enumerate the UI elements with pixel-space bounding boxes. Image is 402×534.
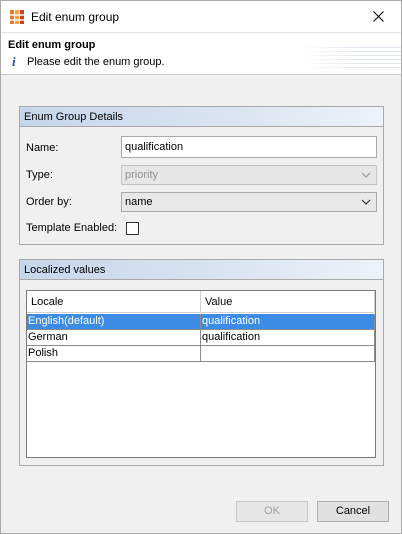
order-by-select[interactable]: name bbox=[121, 192, 377, 212]
type-select: priority bbox=[121, 165, 377, 185]
banner-message: Please edit the enum group. bbox=[27, 56, 165, 68]
column-header-value[interactable]: Value bbox=[201, 291, 375, 313]
info-icon: i bbox=[12, 54, 16, 69]
name-label: Name: bbox=[26, 142, 59, 154]
value-cell[interactable]: qualification bbox=[201, 314, 375, 330]
dialog-window: Edit enum group Edit enum group i Please… bbox=[0, 0, 402, 534]
order-by-label: Order by: bbox=[26, 196, 72, 208]
template-enabled-checkbox[interactable] bbox=[126, 222, 139, 235]
name-input[interactable]: qualification bbox=[121, 136, 377, 158]
app-icon bbox=[10, 10, 24, 24]
chevron-down-icon bbox=[361, 172, 371, 178]
enum-group-details-panel: Enum Group Details Name: qualification T… bbox=[19, 106, 384, 245]
enum-group-details-header: Enum Group Details bbox=[20, 107, 383, 127]
locale-cell[interactable]: German bbox=[27, 330, 201, 346]
close-button[interactable] bbox=[355, 1, 401, 32]
value-cell[interactable] bbox=[201, 346, 375, 362]
table-row[interactable]: English(default) qualification bbox=[27, 314, 375, 330]
table-row[interactable]: Polish bbox=[27, 346, 375, 362]
chevron-down-icon bbox=[361, 199, 371, 205]
column-header-locale[interactable]: Locale bbox=[27, 291, 201, 313]
localized-values-table[interactable]: Locale Value English(default) qualificat… bbox=[26, 290, 376, 458]
window-title: Edit enum group bbox=[31, 10, 120, 24]
cancel-button[interactable]: Cancel bbox=[317, 501, 389, 522]
locale-cell[interactable]: Polish bbox=[27, 346, 201, 362]
banner-decoration bbox=[301, 47, 401, 71]
title-bar: Edit enum group bbox=[1, 1, 401, 33]
template-enabled-label: Template Enabled: bbox=[26, 222, 118, 234]
localized-values-header: Localized values bbox=[20, 260, 383, 280]
type-select-value: priority bbox=[125, 169, 159, 181]
table-row[interactable]: German qualification bbox=[27, 330, 375, 346]
close-icon bbox=[372, 11, 384, 22]
value-cell[interactable]: qualification bbox=[201, 330, 375, 346]
order-by-select-value: name bbox=[125, 196, 153, 208]
type-label: Type: bbox=[26, 169, 53, 181]
banner-title: Edit enum group bbox=[8, 39, 96, 51]
header-banner: Edit enum group i Please edit the enum g… bbox=[1, 33, 401, 75]
locale-cell[interactable]: English(default) bbox=[27, 314, 201, 330]
ok-button[interactable]: OK bbox=[236, 501, 308, 522]
localized-values-panel: Localized values Locale Value English(de… bbox=[19, 259, 384, 466]
